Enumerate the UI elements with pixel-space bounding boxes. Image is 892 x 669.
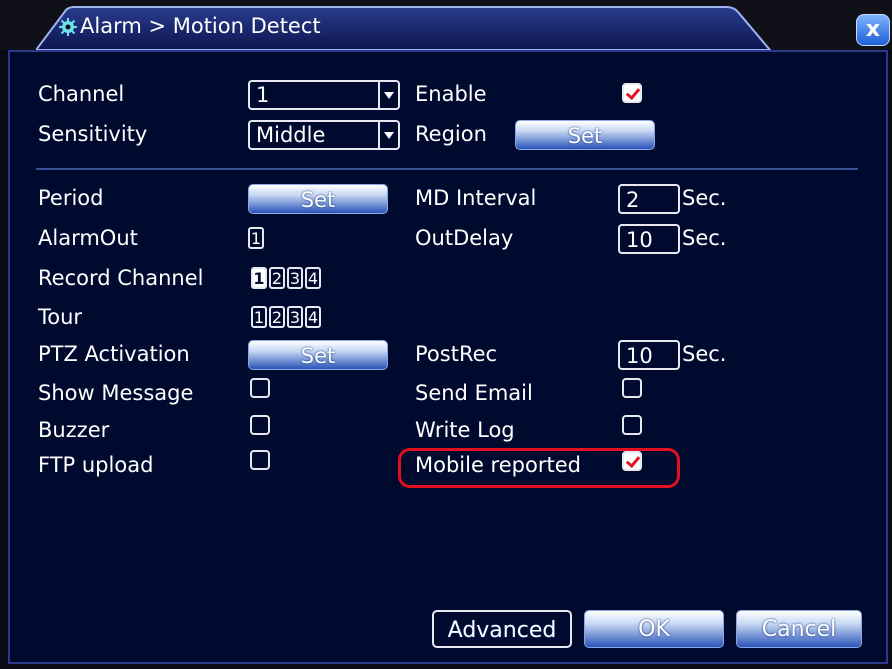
cancel-button[interactable]: Cancel [736,610,862,648]
ftp-upload-label: FTP upload [38,453,154,477]
out-delay-label: OutDelay [415,226,514,250]
record-channel-box-3[interactable]: 3 [287,267,303,289]
advanced-button[interactable]: Advanced [432,610,572,648]
record-channel-box-2[interactable]: 2 [269,267,285,289]
ptz-set-button[interactable]: Set [248,340,388,370]
period-set-button[interactable]: Set [248,184,388,214]
send-email-checkbox[interactable] [622,378,642,398]
send-email-label: Send Email [415,381,533,405]
region-set-button[interactable]: Set [515,120,655,150]
enable-label: Enable [415,82,487,106]
chevron-down-icon [378,82,398,108]
out-delay-input[interactable]: 10 [618,224,680,254]
buzzer-label: Buzzer [38,418,110,442]
ftp-upload-checkbox[interactable] [250,450,270,470]
ok-button[interactable]: OK [584,610,724,648]
close-icon: x [865,17,881,42]
divider [36,168,858,170]
sensitivity-label: Sensitivity [38,122,148,146]
post-rec-input[interactable]: 10 [618,340,680,370]
channel-select[interactable]: 1 [248,80,400,110]
region-label: Region [415,122,487,146]
tour-box-1[interactable]: 1 [251,306,267,328]
close-button[interactable]: x [856,14,890,46]
gear-icon [59,18,77,36]
post-rec-label: PostRec [415,342,498,366]
post-rec-unit: Sec. [682,342,727,366]
show-message-label: Show Message [38,381,194,405]
record-channel-box-4[interactable]: 4 [305,267,321,289]
tour-box-3[interactable]: 3 [287,306,303,328]
tour-box-4[interactable]: 4 [305,306,321,328]
out-delay-unit: Sec. [682,226,727,250]
record-channel-box-1[interactable]: 1 [251,267,267,289]
title-bar: Alarm > Motion Detect x [0,0,892,50]
chevron-down-icon [378,122,398,148]
tour-box-2[interactable]: 2 [269,306,285,328]
channel-label: Channel [38,82,125,106]
tour-label: Tour [38,305,83,329]
motion-detect-window: Alarm > Motion Detect x Channel 1 Enable… [0,0,892,669]
sensitivity-select[interactable]: Middle [248,120,400,150]
alarm-out-box-1[interactable]: 1 [248,227,264,249]
window-title: Alarm > Motion Detect [80,14,321,38]
md-interval-input[interactable]: 2 [618,184,680,214]
sensitivity-value: Middle [256,123,326,147]
write-log-label: Write Log [415,418,515,442]
record-channel-label: Record Channel [38,266,204,290]
write-log-checkbox[interactable] [622,415,642,435]
show-message-checkbox[interactable] [250,378,270,398]
buzzer-checkbox[interactable] [250,415,270,435]
md-interval-label: MD Interval [415,186,537,210]
highlight-annotation [398,448,680,488]
ptz-activation-label: PTZ Activation [38,342,190,366]
enable-checkbox[interactable] [622,83,642,103]
alarm-out-label: AlarmOut [38,226,138,250]
channel-value: 1 [256,83,270,107]
period-label: Period [38,186,104,210]
md-interval-unit: Sec. [682,186,727,210]
